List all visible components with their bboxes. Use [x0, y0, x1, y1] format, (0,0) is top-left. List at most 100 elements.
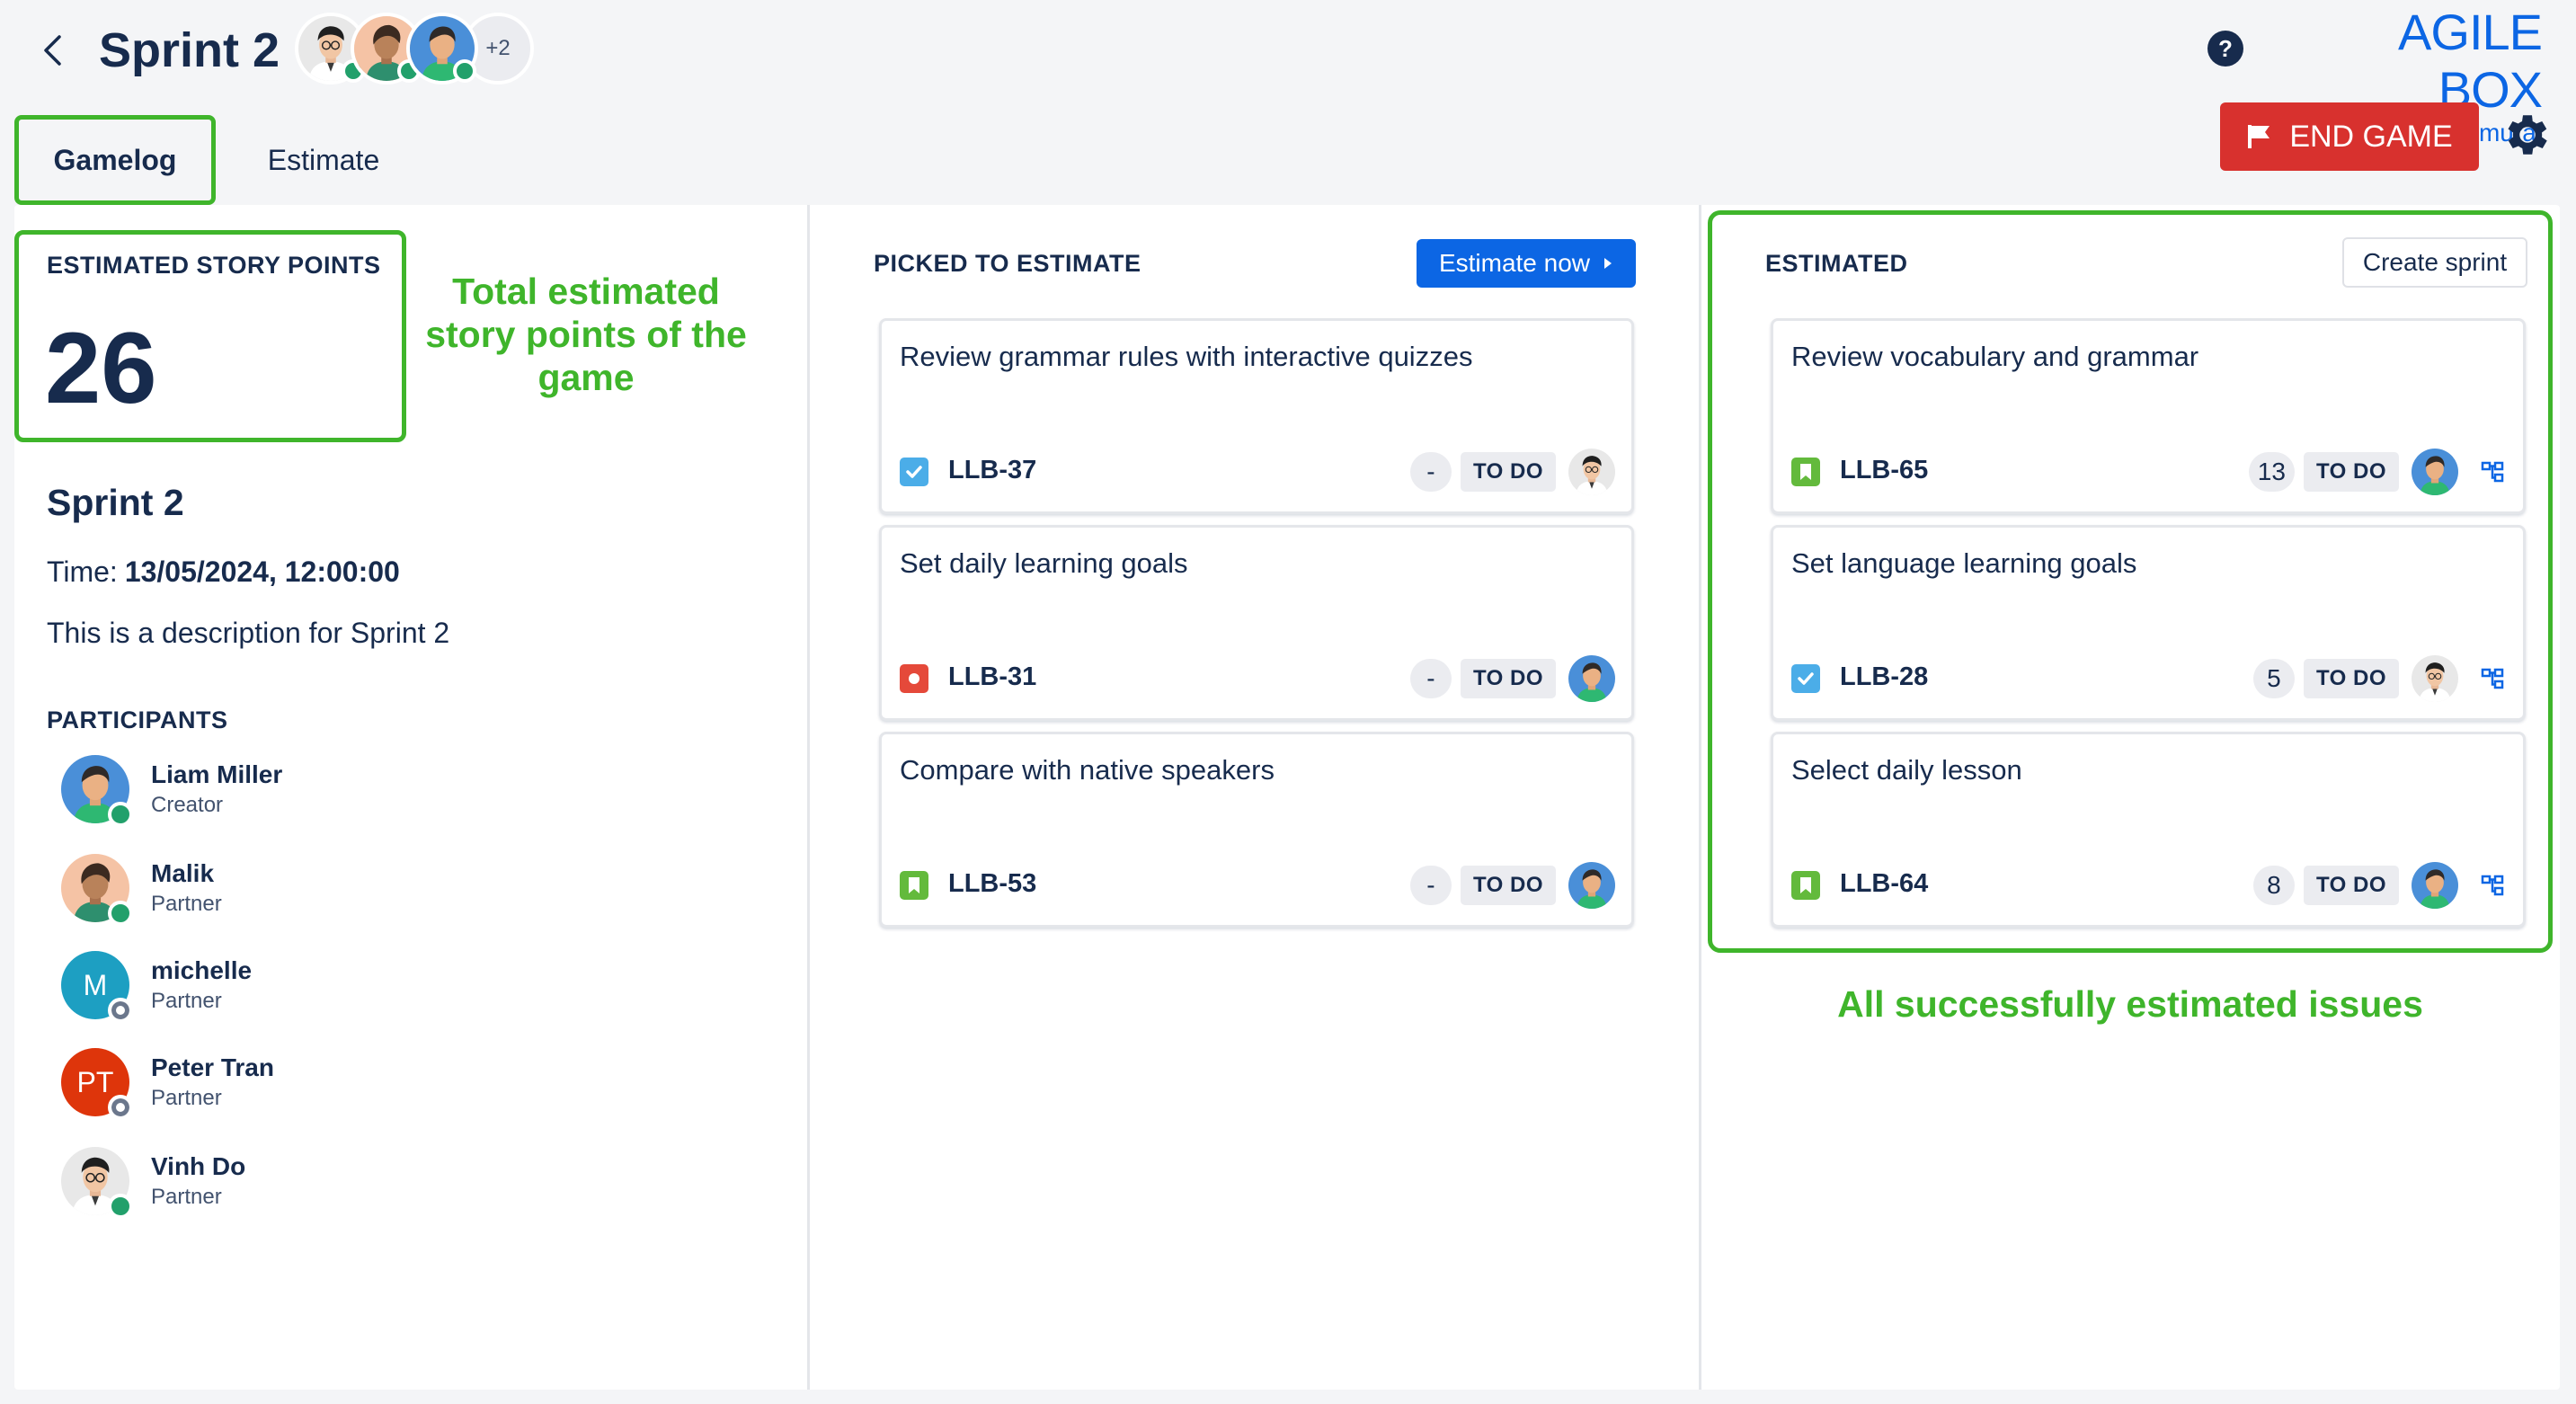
tab-gamelog[interactable]: Gamelog [14, 115, 216, 205]
story-points-badge: 5 [2252, 659, 2295, 698]
hierarchy-icon[interactable] [2478, 458, 2507, 486]
time-label: Time: [47, 555, 118, 588]
assignee-avatar [2412, 862, 2458, 909]
participant-role: Partner [151, 1086, 222, 1110]
issue-card[interactable]: Review vocabulary and grammar LLB-65 13 … [1771, 318, 2526, 514]
issue-card[interactable]: Set daily learning goals LLB-31 - TO DO [879, 525, 1634, 721]
end-game-button[interactable]: END GAME [2220, 102, 2479, 171]
online-status-dot [108, 901, 133, 926]
story-points-callout: Total estimated story points of the game [425, 271, 747, 398]
flag-icon [2248, 125, 2270, 148]
task-icon [900, 458, 928, 486]
participant-item: Malik Partner [61, 852, 511, 926]
tab-estimate[interactable]: Estimate [250, 115, 397, 205]
story-icon [1791, 458, 1820, 486]
participant-name: Peter Tran [151, 1053, 274, 1081]
back-button[interactable] [32, 27, 72, 74]
participant-item: Vinh Do Partner [61, 1145, 511, 1219]
estimated-callout: All successfully estimated issues [1837, 983, 2423, 1025]
issue-title: Compare with native speakers [900, 754, 1275, 786]
story-icon [1791, 871, 1820, 900]
assignee-avatar [2412, 449, 2458, 495]
estimate-now-button[interactable]: Estimate now [1417, 239, 1636, 288]
participant-name: michelle [151, 956, 253, 984]
issue-card[interactable]: Set language learning goals LLB-28 5 TO … [1771, 525, 2526, 721]
column-divider [1699, 205, 1701, 1390]
settings-button[interactable] [2500, 108, 2554, 162]
participant-item: PT Peter Tran Partner [61, 1046, 511, 1120]
hierarchy-icon[interactable] [2478, 664, 2507, 693]
chevron-left-icon [44, 35, 61, 66]
story-points-badge: 8 [2252, 866, 2295, 905]
participant-name: Vinh Do [151, 1152, 246, 1180]
story-points-label: ESTIMATED STORY POINTS [47, 252, 381, 279]
online-status-dot [108, 1194, 133, 1219]
status-badge: TO DO [1460, 866, 1556, 905]
issue-key[interactable]: LLB-31 [948, 662, 1036, 692]
online-status-dot [108, 802, 133, 827]
participant-role: Partner [151, 1185, 222, 1209]
participant-role: Partner [151, 892, 222, 916]
brand-name: AGILE BOX [2398, 4, 2543, 118]
offline-status-dot [108, 998, 133, 1023]
assignee-avatar [1568, 655, 1615, 702]
sprint-time: Time: 13/05/2024, 12:00:00 [47, 555, 400, 589]
avatar [61, 1147, 133, 1219]
issue-card[interactable]: Select daily lesson LLB-64 8 TO DO [1771, 732, 2526, 928]
create-sprint-button[interactable]: Create sprint [2342, 237, 2527, 288]
avatar: M [61, 951, 133, 1023]
issue-title: Review grammar rules with interactive qu… [900, 341, 1473, 372]
story-icon [900, 871, 928, 900]
issue-title: Review vocabulary and grammar [1791, 341, 2199, 372]
status-badge: TO DO [2303, 452, 2399, 492]
bug-icon [900, 664, 928, 693]
issue-key[interactable]: LLB-65 [1840, 456, 1928, 485]
participant-role: Creator [151, 793, 224, 817]
avatar [61, 854, 133, 926]
participant-item: Liam Miller Creator [61, 753, 511, 827]
sprint-description: This is a description for Sprint 2 [47, 617, 450, 649]
hierarchy-icon[interactable] [2478, 871, 2507, 900]
assignee-avatar [2412, 655, 2458, 702]
issue-key[interactable]: LLB-28 [1840, 662, 1928, 692]
time-value: 13/05/2024, 12:00:00 [124, 555, 400, 588]
issue-card[interactable]: Compare with native speakers LLB-53 - TO… [879, 732, 1634, 928]
status-badge: TO DO [1460, 659, 1556, 698]
issue-key[interactable]: LLB-37 [948, 456, 1036, 485]
issue-title: Set daily learning goals [900, 547, 1188, 579]
help-icon[interactable]: ? [2207, 31, 2243, 67]
gear-icon [2508, 115, 2547, 155]
participants-heading: PARTICIPANTS [47, 706, 228, 733]
story-points-value: 26 [45, 312, 157, 424]
avatar [61, 755, 133, 827]
picked-column-title: PICKED TO ESTIMATE [874, 250, 1141, 277]
online-status-dot [453, 59, 476, 83]
story-points-badge: - [1409, 452, 1452, 492]
issue-card[interactable]: Review grammar rules with interactive qu… [879, 318, 1634, 514]
issue-title: Select daily lesson [1791, 754, 2022, 786]
issue-key[interactable]: LLB-64 [1840, 869, 1928, 899]
avatar [406, 13, 478, 84]
end-game-label: END GAME [2289, 119, 2453, 154]
sprint-name: Sprint 2 [47, 482, 184, 523]
story-points-badge: 13 [2248, 452, 2295, 492]
participant-avatars[interactable]: +2 [295, 13, 534, 84]
participant-name: Liam Miller [151, 760, 283, 788]
status-badge: TO DO [2303, 866, 2399, 905]
participant-item: M michelle Partner [61, 949, 511, 1023]
page-title: Sprint 2 [99, 23, 280, 77]
estimate-now-label: Estimate now [1438, 249, 1591, 277]
caret-right-icon [1604, 258, 1612, 269]
issue-title: Set language learning goals [1791, 547, 2137, 579]
avatar: PT [61, 1048, 133, 1120]
status-badge: TO DO [1460, 452, 1556, 492]
participant-name: Malik [151, 859, 215, 887]
status-badge: TO DO [2303, 659, 2399, 698]
issue-key[interactable]: LLB-53 [948, 869, 1036, 899]
estimated-column-title: ESTIMATED [1765, 250, 1908, 277]
offline-status-dot [108, 1095, 133, 1120]
column-divider [807, 205, 810, 1390]
participant-role: Partner [151, 989, 222, 1013]
task-icon [1791, 664, 1820, 693]
assignee-avatar [1568, 862, 1615, 909]
